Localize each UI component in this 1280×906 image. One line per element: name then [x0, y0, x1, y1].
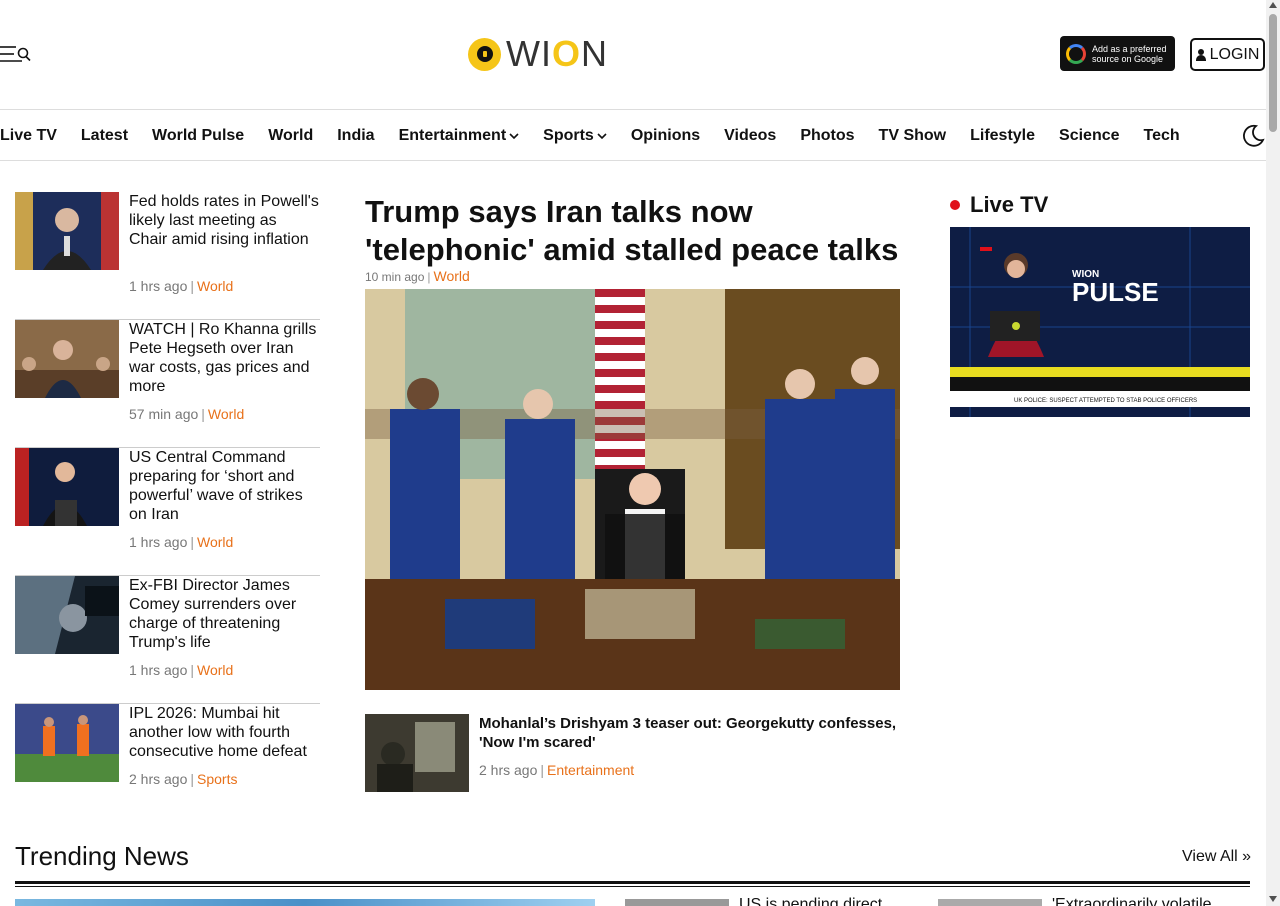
story-meta: 57 min ago | World	[129, 406, 245, 422]
google-line1: Add as a preferred	[1092, 43, 1167, 54]
live-ticker-text: UK POLICE: SUSPECT ATTEMPTED TO STAB POL…	[1014, 398, 1197, 404]
logo-text: WION	[506, 33, 609, 74]
story-title[interactable]: Ex-FBI Director James Comey surrenders o…	[129, 576, 319, 652]
login-label: LOGIN	[1209, 45, 1260, 63]
main-story-category-link[interactable]: World	[434, 268, 470, 284]
user-icon	[1195, 48, 1206, 61]
live-dot-icon	[950, 200, 960, 210]
nav-item-latest[interactable]: Latest	[81, 127, 128, 145]
google-preferred-source-button[interactable]: Add as a preferred source on Google	[1060, 36, 1175, 71]
chevron-down-icon	[597, 132, 607, 139]
live-tv-heading[interactable]: Live TV	[950, 192, 1048, 218]
wion-logo[interactable]: WION	[468, 33, 608, 75]
nav-item-tech[interactable]: Tech	[1144, 127, 1180, 145]
story-category-link[interactable]: World	[197, 662, 233, 678]
scroll-up-arrow-icon[interactable]	[1269, 2, 1277, 8]
story-meta: 2 hrs ago | Sports	[129, 771, 238, 787]
logo-mark-icon	[468, 37, 501, 71]
story-title[interactable]: IPL 2026: Mumbai hit another low with fo…	[129, 704, 319, 761]
trending-heading: Trending News	[15, 841, 189, 871]
story-meta: 1 hrs ago | World	[129, 662, 234, 678]
nav-item-science[interactable]: Science	[1059, 127, 1119, 145]
menu-search-icon[interactable]	[0, 44, 34, 64]
page-scrollbar[interactable]	[1266, 0, 1280, 906]
main-story-title[interactable]: Trump says Iran talks now 'telephonic' a…	[365, 193, 905, 269]
nav-item-india[interactable]: India	[337, 127, 374, 145]
nav-item-world-pulse[interactable]: World Pulse	[152, 127, 244, 145]
story-title[interactable]: US Central Command preparing for ‘short …	[129, 448, 319, 524]
live-tv-label: Live TV	[970, 192, 1049, 217]
story-thumbnail[interactable]	[15, 704, 119, 782]
story-category-link[interactable]: Entertainment	[547, 762, 634, 778]
main-story-meta: 10 min ago | World	[365, 268, 470, 284]
list-item[interactable]: Ex-FBI Director James Comey surrenders o…	[15, 576, 320, 704]
list-item[interactable]: US Central Command preparing for ‘short …	[15, 448, 320, 576]
story-title[interactable]: Mohanlal’s Drishyam 3 teaser out: George…	[479, 714, 904, 752]
nav-item-sports[interactable]: Sports	[543, 127, 607, 145]
scroll-down-arrow-icon[interactable]	[1269, 896, 1277, 902]
story-category-link[interactable]: World	[208, 406, 244, 422]
main-nav: Live TV Latest World Pulse World India E…	[0, 111, 1266, 161]
google-line2: source on Google	[1092, 53, 1164, 64]
story-thumbnail[interactable]	[15, 576, 119, 654]
trending-image[interactable]	[625, 899, 729, 906]
live-brand-big: PULSE	[1072, 277, 1159, 307]
list-item[interactable]: WATCH | Ro Khanna grills Pete Hegseth ov…	[15, 320, 320, 448]
story-title[interactable]: Fed holds rates in Powell's likely last …	[129, 192, 319, 249]
live-tv-player[interactable]: WION PULSE UK POLICE: SUSPECT ATTEMPTED …	[950, 227, 1250, 417]
nav-item-videos[interactable]: Videos	[724, 127, 776, 145]
nav-item-lifestyle[interactable]: Lifestyle	[970, 127, 1035, 145]
trending-title[interactable]: 'Extraordinarily volatile	[1052, 896, 1212, 906]
main-story-image[interactable]	[365, 289, 900, 690]
left-story-list: Fed holds rates in Powell's likely last …	[15, 192, 320, 832]
story-category-link[interactable]: World	[197, 278, 233, 294]
trending-title[interactable]: US is pending direct	[739, 896, 882, 906]
trending-image[interactable]	[938, 899, 1042, 906]
nav-item-tv-show[interactable]: TV Show	[879, 127, 947, 145]
story-meta: 1 hrs ago | World	[129, 278, 234, 294]
story-thumbnail[interactable]	[15, 320, 119, 398]
divider	[15, 886, 1250, 887]
story-thumbnail[interactable]	[365, 714, 469, 792]
dark-mode-moon-icon[interactable]	[1240, 123, 1266, 149]
list-item[interactable]: Fed holds rates in Powell's likely last …	[15, 192, 320, 320]
story-thumbnail[interactable]	[15, 448, 119, 526]
divider	[15, 881, 1250, 884]
story-title[interactable]: WATCH | Ro Khanna grills Pete Hegseth ov…	[129, 320, 319, 396]
nav-item-live-tv[interactable]: Live TV	[0, 127, 57, 145]
nav-item-world[interactable]: World	[268, 127, 313, 145]
google-icon	[1066, 43, 1086, 64]
nav-item-opinions[interactable]: Opinions	[631, 127, 700, 145]
view-all-link[interactable]: View All »	[1182, 848, 1251, 866]
chevron-down-icon	[509, 132, 519, 139]
nav-item-entertainment[interactable]: Entertainment	[399, 127, 520, 145]
story-category-link[interactable]: World	[197, 534, 233, 550]
story-meta: 1 hrs ago | World	[129, 534, 234, 550]
scrollbar-thumb[interactable]	[1269, 14, 1277, 132]
nav-item-photos[interactable]: Photos	[800, 127, 854, 145]
site-header: WION Add as a preferred source on Google …	[0, 0, 1266, 110]
trending-image[interactable]	[15, 899, 595, 906]
login-button[interactable]: LOGIN	[1190, 38, 1265, 71]
story-meta: 2 hrs ago | Entertainment	[479, 762, 635, 778]
secondary-story[interactable]: Mohanlal’s Drishyam 3 teaser out: George…	[365, 714, 905, 792]
story-category-link[interactable]: Sports	[197, 771, 237, 787]
story-thumbnail[interactable]	[15, 192, 119, 270]
list-item[interactable]: IPL 2026: Mumbai hit another low with fo…	[15, 704, 320, 832]
